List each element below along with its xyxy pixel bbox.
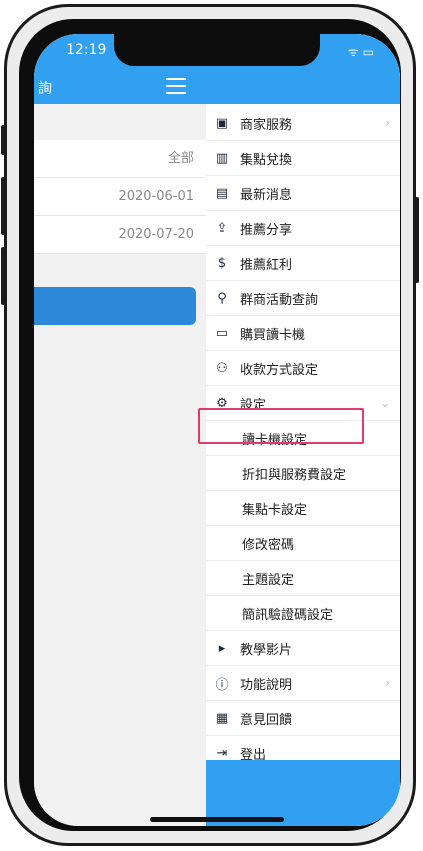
filter-row-all[interactable]: 全部 xyxy=(34,140,206,178)
menu-item-activity-search[interactable]: ⚲ 群商活動查詢 xyxy=(206,281,400,316)
store-icon: ▣ xyxy=(215,115,229,131)
menu-item-label: 收款方式設定 xyxy=(240,362,319,378)
video-icon: ▸ xyxy=(218,640,226,656)
home-indicator[interactable] xyxy=(150,817,284,822)
menu-item-payment-settings[interactable]: ⚇ 收款方式設定 xyxy=(206,351,400,386)
submenu-item-discount-service-fee[interactable]: 折扣與服務費設定 xyxy=(206,456,400,491)
menu-item-label: 主題設定 xyxy=(242,572,295,588)
menu-item-label: 集點兌換 xyxy=(240,152,293,168)
chevron-down-icon: ⌄ xyxy=(379,396,390,410)
menu-item-label: 教學影片 xyxy=(240,642,293,658)
feedback-icon: ▦ xyxy=(215,710,229,726)
submenu-item-theme-settings[interactable]: 主題設定 xyxy=(206,561,400,596)
query-button[interactable] xyxy=(34,287,196,325)
menu-item-label: 簡訊驗證碼設定 xyxy=(242,607,334,623)
status-time: 12:19 xyxy=(66,42,107,58)
page-title: 詢 xyxy=(38,81,52,97)
menu-item-points-redeem[interactable]: ▥ 集點兌換 xyxy=(206,141,400,176)
menu-item-label: 意見回饋 xyxy=(240,712,293,728)
hamburger-menu-icon[interactable] xyxy=(166,78,186,94)
background-page: 詢 全部 2020-06-01 2020-07-20 xyxy=(34,34,206,826)
mute-switch xyxy=(1,125,5,155)
dollar-icon: $ xyxy=(217,255,227,271)
menu-item-label: 折扣與服務費設定 xyxy=(242,467,347,483)
menu-item-news[interactable]: ▤ 最新消息 xyxy=(206,176,400,211)
news-icon: ▤ xyxy=(215,185,229,201)
menu-item-merchant-services[interactable]: ▣ 商家服務 › xyxy=(206,106,400,141)
share-icon: ⇪ xyxy=(216,220,228,236)
menu-item-tutorial-videos[interactable]: ▸ 教學影片 xyxy=(206,631,400,666)
menu-item-label: 修改密碼 xyxy=(242,537,295,553)
volume-up-button xyxy=(1,177,5,235)
volume-down-button xyxy=(1,247,5,305)
menu-item-feedback[interactable]: ▦ 意見回饋 xyxy=(206,701,400,736)
menu-item-label: 商家服務 xyxy=(240,117,293,133)
highlight-box xyxy=(198,408,364,444)
menu-item-label: 群商活動查詢 xyxy=(240,292,319,308)
menu-item-buy-card-reader[interactable]: ▭ 購買讀卡機 xyxy=(206,316,400,351)
card-reader-icon: ▭ xyxy=(215,325,229,341)
side-button xyxy=(415,197,419,283)
menu-item-label: 集點卡設定 xyxy=(242,502,308,518)
menu-item-label: 購買讀卡機 xyxy=(240,327,306,343)
menu-item-label: 推薦分享 xyxy=(240,222,293,238)
submenu-item-sms-code-settings[interactable]: 簡訊驗證碼設定 xyxy=(206,596,400,631)
info-icon: ⓘ xyxy=(215,677,229,693)
filter-row-end-date[interactable]: 2020-07-20 xyxy=(34,216,206,254)
menu-item-share[interactable]: ⇪ 推薦分享 xyxy=(206,211,400,246)
stamp-card-icon: ▥ xyxy=(215,150,229,166)
menu-item-label: 最新消息 xyxy=(240,187,293,203)
status-icons: ᯤ ▭ xyxy=(347,45,374,59)
filter-list: 全部 2020-06-01 2020-07-20 xyxy=(34,140,206,254)
submenu-item-change-password[interactable]: 修改密碼 xyxy=(206,526,400,561)
chevron-right-icon: › xyxy=(385,116,390,130)
menu-item-label: 功能說明 xyxy=(240,677,293,693)
submenu-item-stamp-card-settings[interactable]: 集點卡設定 xyxy=(206,491,400,526)
search-icon: ⚲ xyxy=(217,290,227,306)
filter-row-start-date[interactable]: 2020-06-01 xyxy=(34,178,206,216)
menu-item-referral-bonus[interactable]: $ 推薦紅利 xyxy=(206,246,400,281)
chevron-right-icon: › xyxy=(385,676,390,690)
menu-item-feature-guide[interactable]: ⓘ 功能說明 › xyxy=(206,666,400,701)
notch xyxy=(114,34,320,66)
menu-item-label: 推薦紅利 xyxy=(240,257,293,273)
payment-icon: ⚇ xyxy=(216,360,228,376)
